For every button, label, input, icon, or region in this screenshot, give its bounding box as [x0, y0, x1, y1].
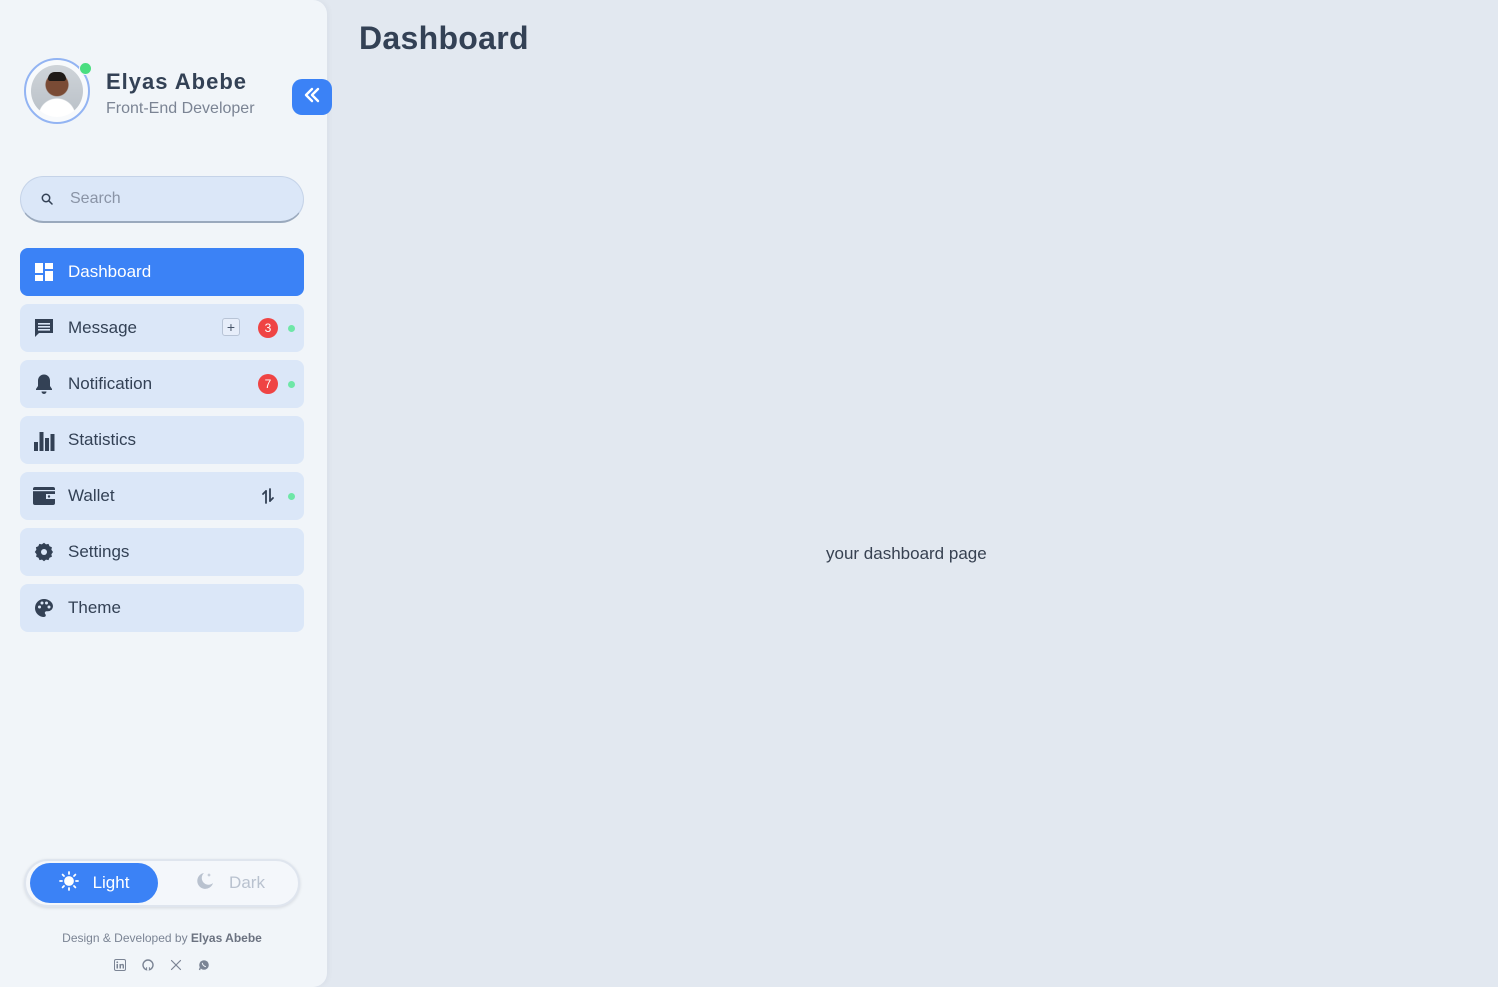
sidebar-item-label: Settings: [68, 542, 130, 561]
sidebar-item-label: Dashboard: [68, 262, 152, 281]
online-status-dot: [79, 62, 92, 75]
whatsapp-icon[interactable]: [196, 957, 212, 973]
light-mode-label: Light: [92, 873, 130, 892]
x-icon[interactable]: [168, 957, 184, 973]
sidebar-item-wallet[interactable]: Wallet: [20, 472, 304, 520]
profile-name: Elyas Abebe: [106, 69, 248, 94]
status-dot: [288, 493, 295, 500]
search-input[interactable]: [68, 189, 272, 209]
profile-role: Front-End Developer: [106, 100, 255, 117]
linkedin-icon[interactable]: [112, 957, 128, 973]
double-chevron-left-icon: [302, 85, 322, 110]
message-count-badge: 3: [258, 318, 278, 338]
page-title: Dashboard: [359, 20, 529, 56]
theme-toggle: Light Dark: [24, 859, 300, 907]
sidebar-item-label: Message: [68, 318, 137, 337]
bar-chart-icon: [32, 428, 56, 452]
dark-mode-button[interactable]: Dark: [166, 863, 294, 903]
notification-count-badge: 7: [258, 374, 278, 394]
moon-icon: [195, 871, 215, 896]
dark-mode-label: Dark: [229, 873, 265, 892]
main-content-text: your dashboard page: [826, 544, 987, 563]
user-profile: Elyas Abebe Front-End Developer: [24, 58, 284, 128]
social-links: [112, 957, 224, 973]
gear-icon: [32, 540, 56, 564]
status-dot: [288, 381, 295, 388]
sidebar-item-statistics[interactable]: Statistics: [20, 416, 304, 464]
sun-icon: [58, 870, 79, 896]
credit-prefix: Design & Developed by: [62, 931, 191, 945]
sidebar-item-label: Theme: [68, 598, 121, 617]
sidebar-item-dashboard[interactable]: Dashboard: [20, 248, 304, 296]
sidebar: Elyas Abebe Front-End Developer Search D…: [0, 0, 332, 987]
palette-icon: [32, 596, 56, 620]
message-icon: [32, 316, 56, 340]
dashboard-icon: [32, 260, 56, 284]
sidebar-item-notification[interactable]: Notification 7: [20, 360, 304, 408]
sidebar-item-theme[interactable]: Theme: [20, 584, 304, 632]
footer-credit: Design & Developed by Elyas Abebe: [0, 931, 324, 945]
avatar-photo: [31, 65, 83, 117]
github-icon[interactable]: [140, 957, 156, 973]
sidebar-item-settings[interactable]: Settings: [20, 528, 304, 576]
status-dot: [288, 325, 295, 332]
search-box[interactable]: [20, 176, 304, 223]
collapse-sidebar-button[interactable]: [292, 79, 332, 115]
sidebar-item-label: Statistics: [68, 430, 137, 449]
light-mode-button[interactable]: Light: [30, 863, 158, 903]
transfer-icon: [259, 486, 277, 506]
search-icon: [40, 192, 54, 206]
sidebar-nav: Dashboard Message + 3 Notification 7 Sta…: [20, 248, 304, 640]
bell-icon: [32, 372, 56, 396]
add-message-button[interactable]: +: [222, 318, 240, 336]
wallet-icon: [32, 484, 56, 508]
credit-author: Elyas Abebe: [190, 931, 262, 945]
sidebar-item-message[interactable]: Message + 3: [20, 304, 304, 352]
sidebar-item-label: Notification: [68, 374, 153, 393]
sidebar-item-label: Wallet: [68, 486, 115, 505]
